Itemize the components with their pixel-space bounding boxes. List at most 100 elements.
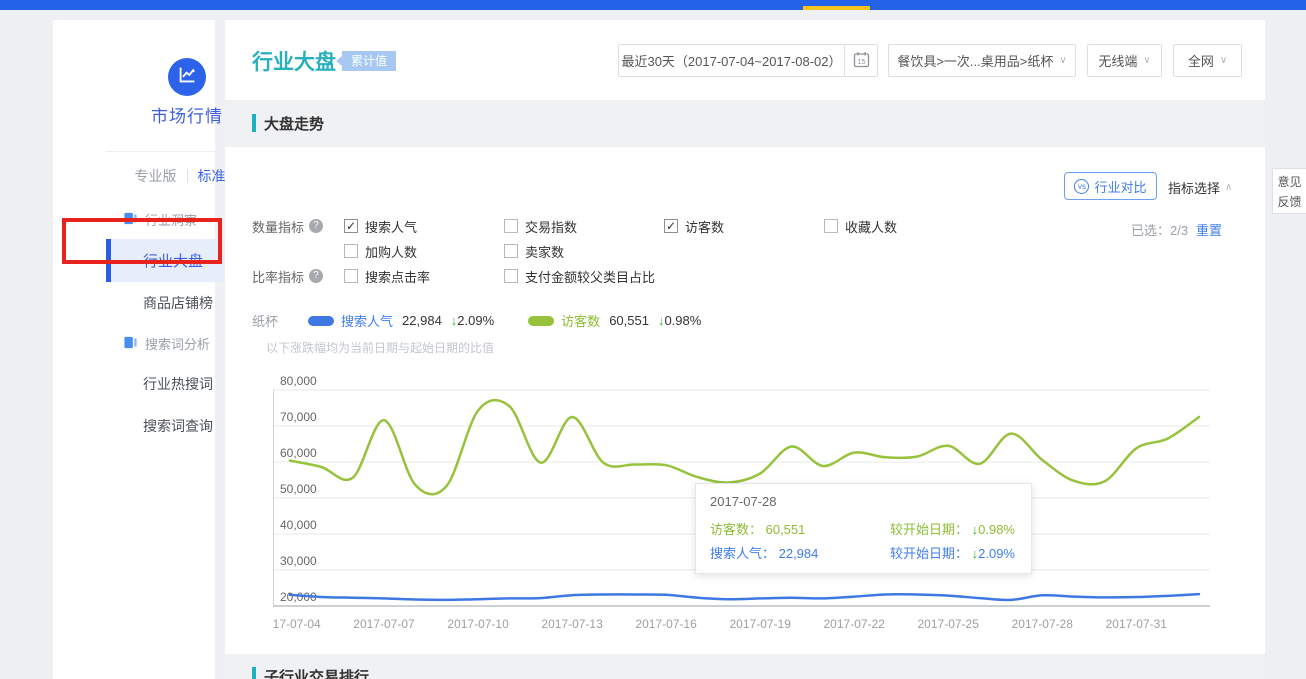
metric-group-label: 数量指标? [252,218,323,234]
category-dropdown[interactable]: 餐饮具>一次...桌用品>纸杯 ∨ [888,44,1076,77]
checkbox-label: 搜索点击率 [365,267,430,286]
cumulative-value-badge: 累计值 [342,51,396,71]
selected-count: 已选：2/3 [1131,220,1188,239]
chart-tooltip: 2017-07-28 访客数： 60,551 较开始日期： ↓0.98% 搜索人气：… [695,483,1032,574]
scope-dropdown[interactable]: 全网 ∨ [1173,44,1242,77]
top-nav-bar [0,0,1306,10]
checkbox-label: 支付金额较父类目占比 [525,267,655,286]
page: 市场行情 专业版 标准版 行业洞察行业大盘商品店铺榜搜索词分析行业热搜词搜索词查… [0,0,1306,679]
checkbox-label: 交易指数 [525,217,577,236]
chevron-up-icon: ∧ [1225,182,1232,193]
svg-text:2017-07-28: 2017-07-28 [1012,617,1074,631]
calendar-button[interactable]: 15 [844,44,878,77]
checkbox-label: 加购人数 [365,242,417,261]
sidebar: 市场行情 专业版 标准版 行业洞察行业大盘商品店铺榜搜索词分析行业热搜词搜索词查… [53,20,215,679]
reset-link[interactable]: 重置 [1196,220,1222,239]
checkbox-unchecked-icon[interactable] [344,269,358,283]
legend-items: 搜索人气 22,984 ↓2.09% 访客数 60,551 ↓0.98% [308,311,735,330]
checkbox-label: 收藏人数 [845,217,897,236]
date-range-selector[interactable]: 最近30天（2017-07-04~2017-08-02） [618,44,845,77]
svg-text:60,000: 60,000 [280,446,317,460]
checkbox-unchecked-icon[interactable] [824,219,838,233]
tab-pro-version[interactable]: 专业版 [125,166,187,186]
svg-text:2017-07-13: 2017-07-13 [541,617,603,631]
checkbox-收藏人数[interactable]: 收藏人数 [824,218,897,234]
tooltip-metric-value: 访客数： 60,551 [710,519,805,538]
checkbox-支付金额较父类目占比[interactable]: 支付金额较父类目占比 [504,268,655,284]
svg-text:2017-07-22: 2017-07-22 [824,617,886,631]
next-section-title: 子行业交易排行 [264,666,369,679]
svg-text:40,000: 40,000 [280,518,317,532]
tooltip-change: 较开始日期： ↓0.98% [890,519,1017,538]
chevron-down-icon: ∨ [1059,55,1066,66]
section-band: 大盘走势 [225,100,1265,147]
trend-chart-icon [176,64,198,91]
checkbox-unchecked-icon[interactable] [344,244,358,258]
legend-change: ↓2.09% [451,313,494,328]
checkbox-checked-icon[interactable]: ✓ [344,219,358,233]
tooltip-change: 较开始日期： ↓2.09% [890,543,1017,562]
svg-text:2017-07-31: 2017-07-31 [1106,617,1168,631]
checkbox-unchecked-icon[interactable] [504,219,518,233]
checkbox-访客数[interactable]: ✓ 访客数 [664,218,724,234]
metric-group-label: 比率指标? [252,268,323,284]
checkbox-label: 访客数 [685,217,724,236]
sidebar-item-label: 行业洞察 [145,210,197,229]
tooltip-row-访客数: 访客数： 60,551 较开始日期： ↓0.98% [710,516,1017,540]
legend-value: 60,551 [609,313,649,328]
section-accent-bar [252,667,256,679]
svg-text:2017-07-04: 2017-07-04 [273,617,321,631]
feedback-tab[interactable]: 意见 反馈 [1272,168,1306,214]
chevron-down-icon: ∨ [1143,55,1150,66]
svg-text:2017-07-19: 2017-07-19 [730,617,792,631]
svg-text:15: 15 [857,59,865,66]
svg-text:2017-07-10: 2017-07-10 [447,617,509,631]
svg-text:80,000: 80,000 [280,374,317,388]
sidebar-item-label: 行业大盘 [143,253,203,270]
checkbox-unchecked-icon[interactable] [504,244,518,258]
tooltip-metric-value: 搜索人气： 22,984 [710,543,818,562]
checkbox-label: 卖家数 [525,242,564,261]
svg-text:2017-07-07: 2017-07-07 [353,617,415,631]
metric-groups: 数量指标? ✓ 搜索人气 交易指数 ✓ 访客数 收藏人数加购人数 卖家数比率指标? 搜索点击率 支… [252,218,1072,298]
terminal-dropdown[interactable]: 无线端 ∨ [1087,44,1162,77]
chart-legend: 纸杯 搜索人气 22,984 ↓2.09% 访客数 60,551 ↓0.98% [252,311,735,330]
svg-text:2017-07-25: 2017-07-25 [918,617,980,631]
checkbox-unchecked-icon[interactable] [504,269,518,283]
checkbox-加购人数[interactable]: 加购人数 [344,243,417,259]
legend-item-访客数[interactable]: 访客数 60,551 ↓0.98% [528,311,701,330]
chart-note: 以下涨跌幅均为当前日期与起始日期的比值 [266,339,494,356]
sidebar-item-label: 商品店铺榜 [143,295,213,311]
metric-selector-toggle[interactable]: 指标选择 ∧ [1168,178,1232,197]
legend-name: 访客数 [561,311,600,330]
industry-compare-button[interactable]: vs 行业对比 [1064,172,1157,200]
checkbox-交易指数[interactable]: 交易指数 [504,218,577,234]
chevron-down-icon: ∨ [1220,55,1227,66]
legend-marker [528,316,554,326]
checkbox-搜索点击率[interactable]: 搜索点击率 [344,268,430,284]
svg-text:70,000: 70,000 [280,410,317,424]
legend-change: ↓0.98% [658,313,701,328]
ledger-icon [123,211,138,229]
checkbox-搜索人气[interactable]: ✓ 搜索人气 [344,218,417,234]
legend-value: 22,984 [402,313,442,328]
checkbox-label: 搜索人气 [365,217,417,236]
sidebar-item-label: 搜索词分析 [145,334,210,353]
tooltip-row-搜索人气: 搜索人气： 22,984 较开始日期： ↓2.09% [710,540,1017,564]
checkbox-checked-icon[interactable]: ✓ [664,219,678,233]
checkbox-卖家数[interactable]: 卖家数 [504,243,564,259]
sidebar-item-label: 行业热搜词 [143,376,213,392]
legend-category: 纸杯 [252,311,278,330]
legend-item-搜索人气[interactable]: 搜索人气 22,984 ↓2.09% [308,311,494,330]
ledger-icon [123,335,138,353]
tooltip-rows: 访客数： 60,551 较开始日期： ↓0.98% 搜索人气： 22,984 较开始日… [710,516,1017,564]
svg-text:2017-07-16: 2017-07-16 [635,617,697,631]
tooltip-date: 2017-07-28 [710,494,1017,509]
top-nav-active-indicator [803,6,870,10]
legend-marker [308,316,334,326]
svg-text:30,000: 30,000 [280,554,317,568]
section-title: 大盘走势 [264,113,324,134]
help-icon[interactable]: ? [309,219,323,233]
help-icon[interactable]: ? [309,269,323,283]
legend-name: 搜索人气 [341,311,393,330]
